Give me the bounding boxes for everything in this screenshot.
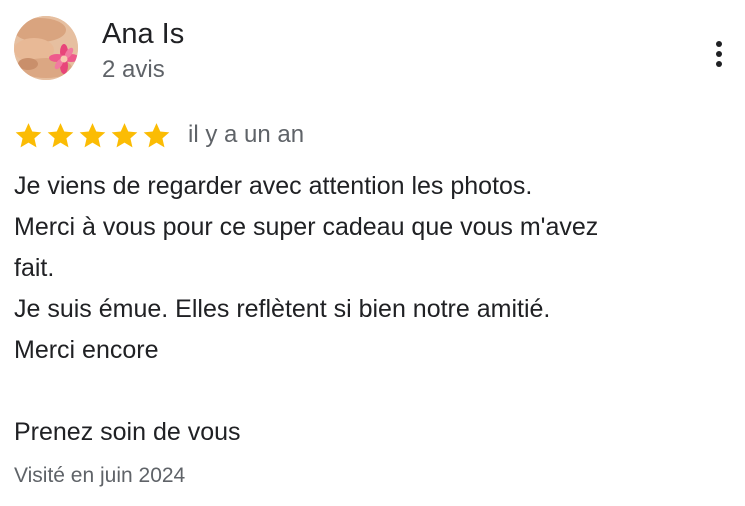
review-text-line: Je suis émue. Elles reflètent si bien no… <box>14 295 551 323</box>
review-date: il y a un an <box>188 121 305 148</box>
review-text-line: Merci encore <box>14 336 159 364</box>
star-rating <box>14 121 174 150</box>
avatar[interactable] <box>14 16 78 80</box>
star-icon <box>47 122 74 147</box>
more-options-button[interactable] <box>704 36 734 72</box>
star-icon <box>111 122 138 147</box>
star-icon <box>15 122 42 147</box>
review-card: Ana Is 2 avis il y a un an Je viens de r… <box>0 0 745 506</box>
more-vert-icon <box>716 41 722 67</box>
review-text-line: Je viens de regarder avec attention les … <box>14 172 533 200</box>
rating-row: il y a un an <box>14 118 304 152</box>
author-name[interactable]: Ana Is <box>102 18 184 50</box>
review-text-line: fait. <box>14 254 55 282</box>
author-review-count: 2 avis <box>102 56 165 83</box>
review-text-line: Prenez soin de vous <box>14 418 241 446</box>
star-icon <box>143 122 170 147</box>
avatar-image <box>14 16 78 80</box>
review-text: Je viens de regarder avec attention les … <box>14 166 726 453</box>
visited-date: Visité en juin 2024 <box>14 464 186 487</box>
review-text-line <box>14 371 726 412</box>
review-header: Ana Is 2 avis <box>14 16 734 83</box>
star-icon <box>79 122 106 147</box>
review-text-line: Merci à vous pour ce super cadeau que vo… <box>14 213 599 241</box>
